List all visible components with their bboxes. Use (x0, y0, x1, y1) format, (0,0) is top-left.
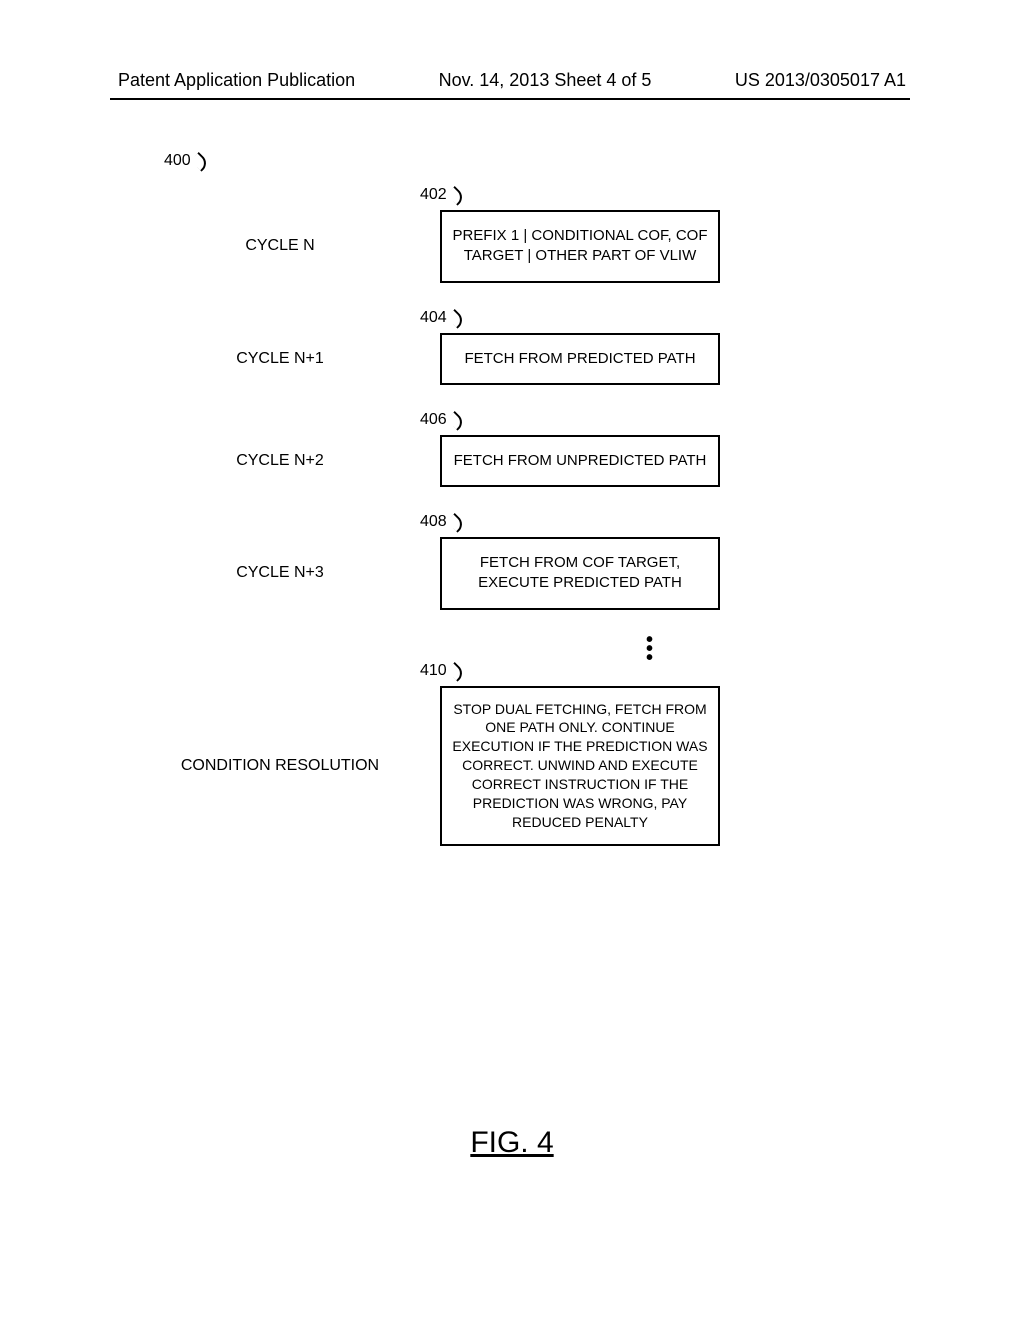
box-408: FETCH FROM COF TARGET, EXECUTE PREDICTED… (440, 537, 720, 610)
leader-hook-icon (446, 513, 466, 533)
ref-410-number: 410 (420, 662, 447, 679)
box-col-410: 410 STOP DUAL FETCHING, FETCH FROM ONE P… (440, 686, 720, 846)
ref-400-number: 400 (164, 152, 191, 169)
row-cycle-n2: CYCLE N+2 406 FETCH FROM UNPREDICTED PAT… (150, 435, 800, 487)
header-mid: Nov. 14, 2013 Sheet 4 of 5 (439, 70, 652, 91)
label-cycle-n2: CYCLE N+2 (150, 452, 440, 470)
box-col-402: 402 PREFIX 1 | CONDITIONAL COF, COF TARG… (440, 210, 720, 283)
ref-404-number: 404 (420, 309, 447, 326)
ref-402-number: 402 (420, 186, 447, 203)
row-cycle-n1: CYCLE N+1 404 FETCH FROM PREDICTED PATH (150, 333, 800, 385)
box-410: STOP DUAL FETCHING, FETCH FROM ONE PATH … (440, 686, 720, 846)
leader-hook-icon (446, 186, 466, 206)
ref-408: 408 (420, 513, 467, 531)
box-col-406: 406 FETCH FROM UNPREDICTED PATH (440, 435, 720, 487)
ref-406-number: 406 (420, 411, 447, 428)
box-402: PREFIX 1 | CONDITIONAL COF, COF TARGET |… (440, 210, 720, 283)
leader-hook-icon (190, 152, 210, 172)
row-cycle-n3: CYCLE N+3 408 FETCH FROM COF TARGET, EXE… (150, 537, 800, 610)
header-right: US 2013/0305017 A1 (735, 70, 906, 91)
header-left: Patent Application Publication (118, 70, 355, 91)
pipeline-diagram: 400 CYCLE N 402 PREFIX 1 | CONDITIONAL C… (150, 180, 800, 896)
figure-caption: FIG. 4 (0, 1126, 1024, 1160)
ref-400: 400 (164, 152, 211, 170)
box-406: FETCH FROM UNPREDICTED PATH (440, 435, 720, 487)
vertical-ellipsis-icon: ••• (150, 646, 800, 686)
header-rule (110, 98, 910, 100)
label-cycle-n1: CYCLE N+1 (150, 350, 440, 368)
box-col-404: 404 FETCH FROM PREDICTED PATH (440, 333, 720, 385)
label-cycle-n: CYCLE N (150, 237, 440, 255)
page-header: Patent Application Publication Nov. 14, … (0, 70, 1024, 91)
row-condition-resolution: CONDITION RESOLUTION 410 STOP DUAL FETCH… (150, 686, 800, 846)
ref-410: 410 (420, 662, 467, 680)
box-404: FETCH FROM PREDICTED PATH (440, 333, 720, 385)
ref-406: 406 (420, 411, 467, 429)
ref-404: 404 (420, 309, 467, 327)
leader-hook-icon (446, 411, 466, 431)
leader-hook-icon (446, 661, 466, 681)
ref-402: 402 (420, 186, 467, 204)
label-cycle-n3: CYCLE N+3 (150, 564, 440, 582)
label-condition-resolution: CONDITION RESOLUTION (150, 757, 440, 775)
leader-hook-icon (446, 308, 466, 328)
ref-408-number: 408 (420, 513, 447, 530)
box-col-408: 408 FETCH FROM COF TARGET, EXECUTE PREDI… (440, 537, 720, 610)
row-cycle-n: CYCLE N 402 PREFIX 1 | CONDITIONAL COF, … (150, 210, 800, 283)
